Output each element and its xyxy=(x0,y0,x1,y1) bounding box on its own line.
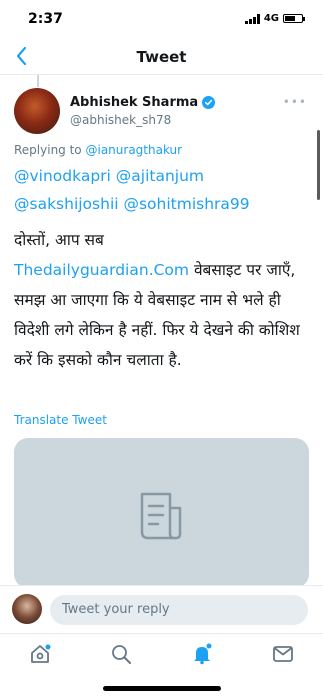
replying-prefix: Replying to xyxy=(14,143,82,157)
network-label: 4G xyxy=(263,13,279,24)
battery-icon xyxy=(283,14,305,23)
verified-badge-icon xyxy=(202,96,216,109)
thread-line xyxy=(37,75,39,87)
status-time: 2:37 xyxy=(28,11,63,27)
mentions-line[interactable]: @sakshijoshii @sohitmishra99 xyxy=(14,190,314,218)
replying-to: Replying to @ianuragthakur xyxy=(14,143,182,157)
author-handle[interactable]: @abhishek_sh78 xyxy=(70,113,171,127)
reply-avatar xyxy=(12,594,42,624)
tweet-text: दोस्तों, आप सब Thedailyguardian.Com वेबस… xyxy=(14,225,312,375)
nav-bar: Tweet xyxy=(0,40,323,75)
document-icon xyxy=(140,492,182,540)
reply-input[interactable]: Tweet your reply xyxy=(50,595,308,625)
tweet-link[interactable]: Thedailyguardian.Com xyxy=(14,261,189,279)
more-options-icon[interactable]: ••• xyxy=(283,95,307,109)
reply-bar: Tweet your reply xyxy=(0,585,323,634)
messages-icon[interactable] xyxy=(271,642,295,666)
tweet-mentions: @vinodkapri @ajitanjum @sakshijoshii @so… xyxy=(14,162,314,218)
signal-icon xyxy=(244,13,260,24)
search-icon[interactable] xyxy=(109,642,133,666)
home-icon[interactable] xyxy=(28,642,52,666)
author-name[interactable]: Abhishek Sharma xyxy=(70,95,198,110)
status-bar: 2:37 4G xyxy=(0,0,323,38)
tab-bar xyxy=(0,633,323,679)
translate-tweet-link[interactable]: Translate Tweet xyxy=(14,413,107,427)
author-row: Abhishek Sharma xyxy=(70,95,216,110)
media-card[interactable] xyxy=(14,438,309,588)
avatar[interactable] xyxy=(14,88,60,134)
replying-to-link[interactable]: @ianuragthakur xyxy=(85,143,182,157)
scrollbar[interactable] xyxy=(317,130,320,200)
mentions-line[interactable]: @vinodkapri @ajitanjum xyxy=(14,162,314,190)
page-title: Tweet xyxy=(136,48,187,66)
status-indicators: 4G xyxy=(244,13,305,24)
home-indicator xyxy=(103,686,221,691)
notifications-icon[interactable] xyxy=(190,642,214,666)
tweet-text-line: दोस्तों, आप सब xyxy=(14,231,104,249)
